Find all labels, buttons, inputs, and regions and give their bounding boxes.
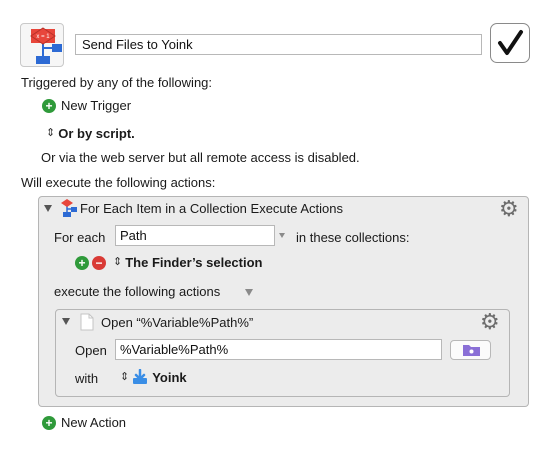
for-each-action-icon [58,198,78,221]
choose-file-button[interactable] [450,340,491,360]
disclosure-triangle-icon [245,289,253,296]
chevron-down-icon [279,233,285,238]
checkmark-icon [498,30,523,55]
add-collection-button[interactable]: + [75,255,89,270]
gear-icon[interactable]: ⚙ [499,198,519,220]
variable-name-field[interactable] [115,225,275,246]
with-label: with [75,371,99,386]
flowchart-icon: x = 1 [30,27,62,64]
open-path-field[interactable] [115,339,442,360]
for-each-disclosure-triangle[interactable] [44,205,52,212]
document-icon [80,313,94,334]
new-trigger-button[interactable]: + New Trigger [42,98,131,113]
macro-icon[interactable]: x = 1 [20,23,64,67]
updown-arrows-icon[interactable]: ⇕ [113,256,122,269]
add-circle-icon: + [42,415,56,430]
remove-collection-button[interactable]: − [92,255,106,270]
disclosure-triangle-icon [44,205,52,212]
application-selector[interactable]: ⇕ Yoink [120,369,187,385]
flowchart-icon [61,199,77,217]
collections-label: in these collections: [296,230,410,245]
updown-arrows-icon: ⇕ [120,370,130,383]
or-by-script-disclosure[interactable]: ⇕ Or by script. [46,126,135,141]
disclosure-triangle-icon [62,318,70,325]
updown-arrows-icon: ⇕ [46,127,56,139]
add-circle-icon: + [42,98,56,113]
macro-name-field[interactable] [75,34,482,55]
new-action-button[interactable]: + New Action [42,415,126,430]
variable-menu-button[interactable] [279,233,285,238]
folder-icon [463,345,480,356]
new-action-label: New Action [61,415,127,430]
gear-icon[interactable]: ⚙ [480,311,500,333]
macro-enabled-checkbox[interactable] [490,23,530,63]
for-each-label: For each [54,230,106,245]
collection-row: + − ⇕ The Finder’s selection [75,255,262,270]
new-trigger-label: New Trigger [61,98,132,113]
open-label: Open [75,343,107,358]
for-each-title: For Each Item in a Collection Execute Ac… [80,201,344,216]
web-server-note: Or via the web server but all remote acc… [41,150,360,165]
triggers-heading: Triggered by any of the following: [21,75,213,90]
or-by-script-label: Or by script. [58,126,135,141]
execute-label: execute the following actions [54,284,221,299]
yoink-app-icon [133,369,148,384]
open-action-title: Open “%Variable%Path%” [101,315,254,330]
open-disclosure-triangle[interactable] [62,318,70,325]
application-name: Yoink [152,369,187,385]
collection-label: The Finder’s selection [125,255,263,270]
actions-heading: Will execute the following actions: [21,175,216,190]
svg-text:x = 1: x = 1 [36,34,50,40]
execute-disclosure-triangle[interactable] [245,289,253,296]
